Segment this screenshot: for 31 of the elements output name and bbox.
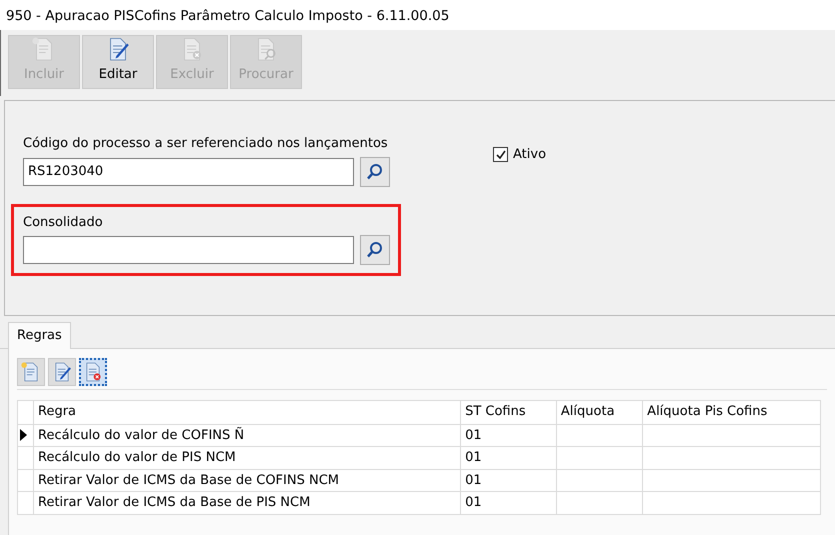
column-header: Alíquota Pis Cofins — [642, 400, 820, 424]
table-cell: 01 — [460, 469, 556, 492]
column-header: Alíquota — [556, 400, 643, 424]
table-cell: 01 — [460, 446, 556, 469]
input-field[interactable] — [23, 236, 354, 264]
search-button[interactable] — [360, 235, 390, 265]
row-selector-cell[interactable] — [18, 446, 34, 469]
input-field[interactable]: RS1203040 — [23, 158, 354, 186]
checkbox-label: Ativo — [513, 146, 546, 164]
row-selector-cell[interactable] — [18, 492, 34, 514]
table-cell: 01 — [460, 424, 556, 446]
table-cell: Retirar Valor de ICMS da Base de COFINS NCM — [34, 469, 461, 492]
column-header: Regra — [34, 400, 461, 424]
row-selector-cell[interactable] — [18, 469, 34, 492]
field-label: Código do processo a ser referenciado nos lançamentos — [23, 135, 389, 153]
search-icon — [366, 241, 384, 259]
table-cell: 01 — [460, 492, 556, 514]
field-label: Consolidado — [23, 214, 104, 232]
table-cell: Retirar Valor de ICMS da Base de PIS NCM — [34, 492, 461, 514]
table-cell: Recálculo do valor de PIS NCM — [34, 446, 461, 469]
toolbar-button[interactable]: Editar — [82, 35, 154, 89]
search-button[interactable] — [360, 156, 390, 186]
grid-toolbar-button[interactable] — [79, 358, 107, 386]
tab[interactable]: Regras — [8, 322, 71, 348]
ativo-checkbox[interactable] — [493, 147, 508, 162]
table-cell: Recálculo do valor de COFINS Ñ — [34, 424, 461, 446]
window-title: 950 - Apuracao PISCofins Parâmetro Calculo Imposto - 6.11.00.05 — [0, 0, 835, 30]
row-pointer-icon — [18, 428, 28, 441]
search-icon — [366, 162, 384, 180]
column-header: ST Cofins — [460, 400, 556, 424]
row-selector-cell[interactable] — [18, 424, 34, 446]
